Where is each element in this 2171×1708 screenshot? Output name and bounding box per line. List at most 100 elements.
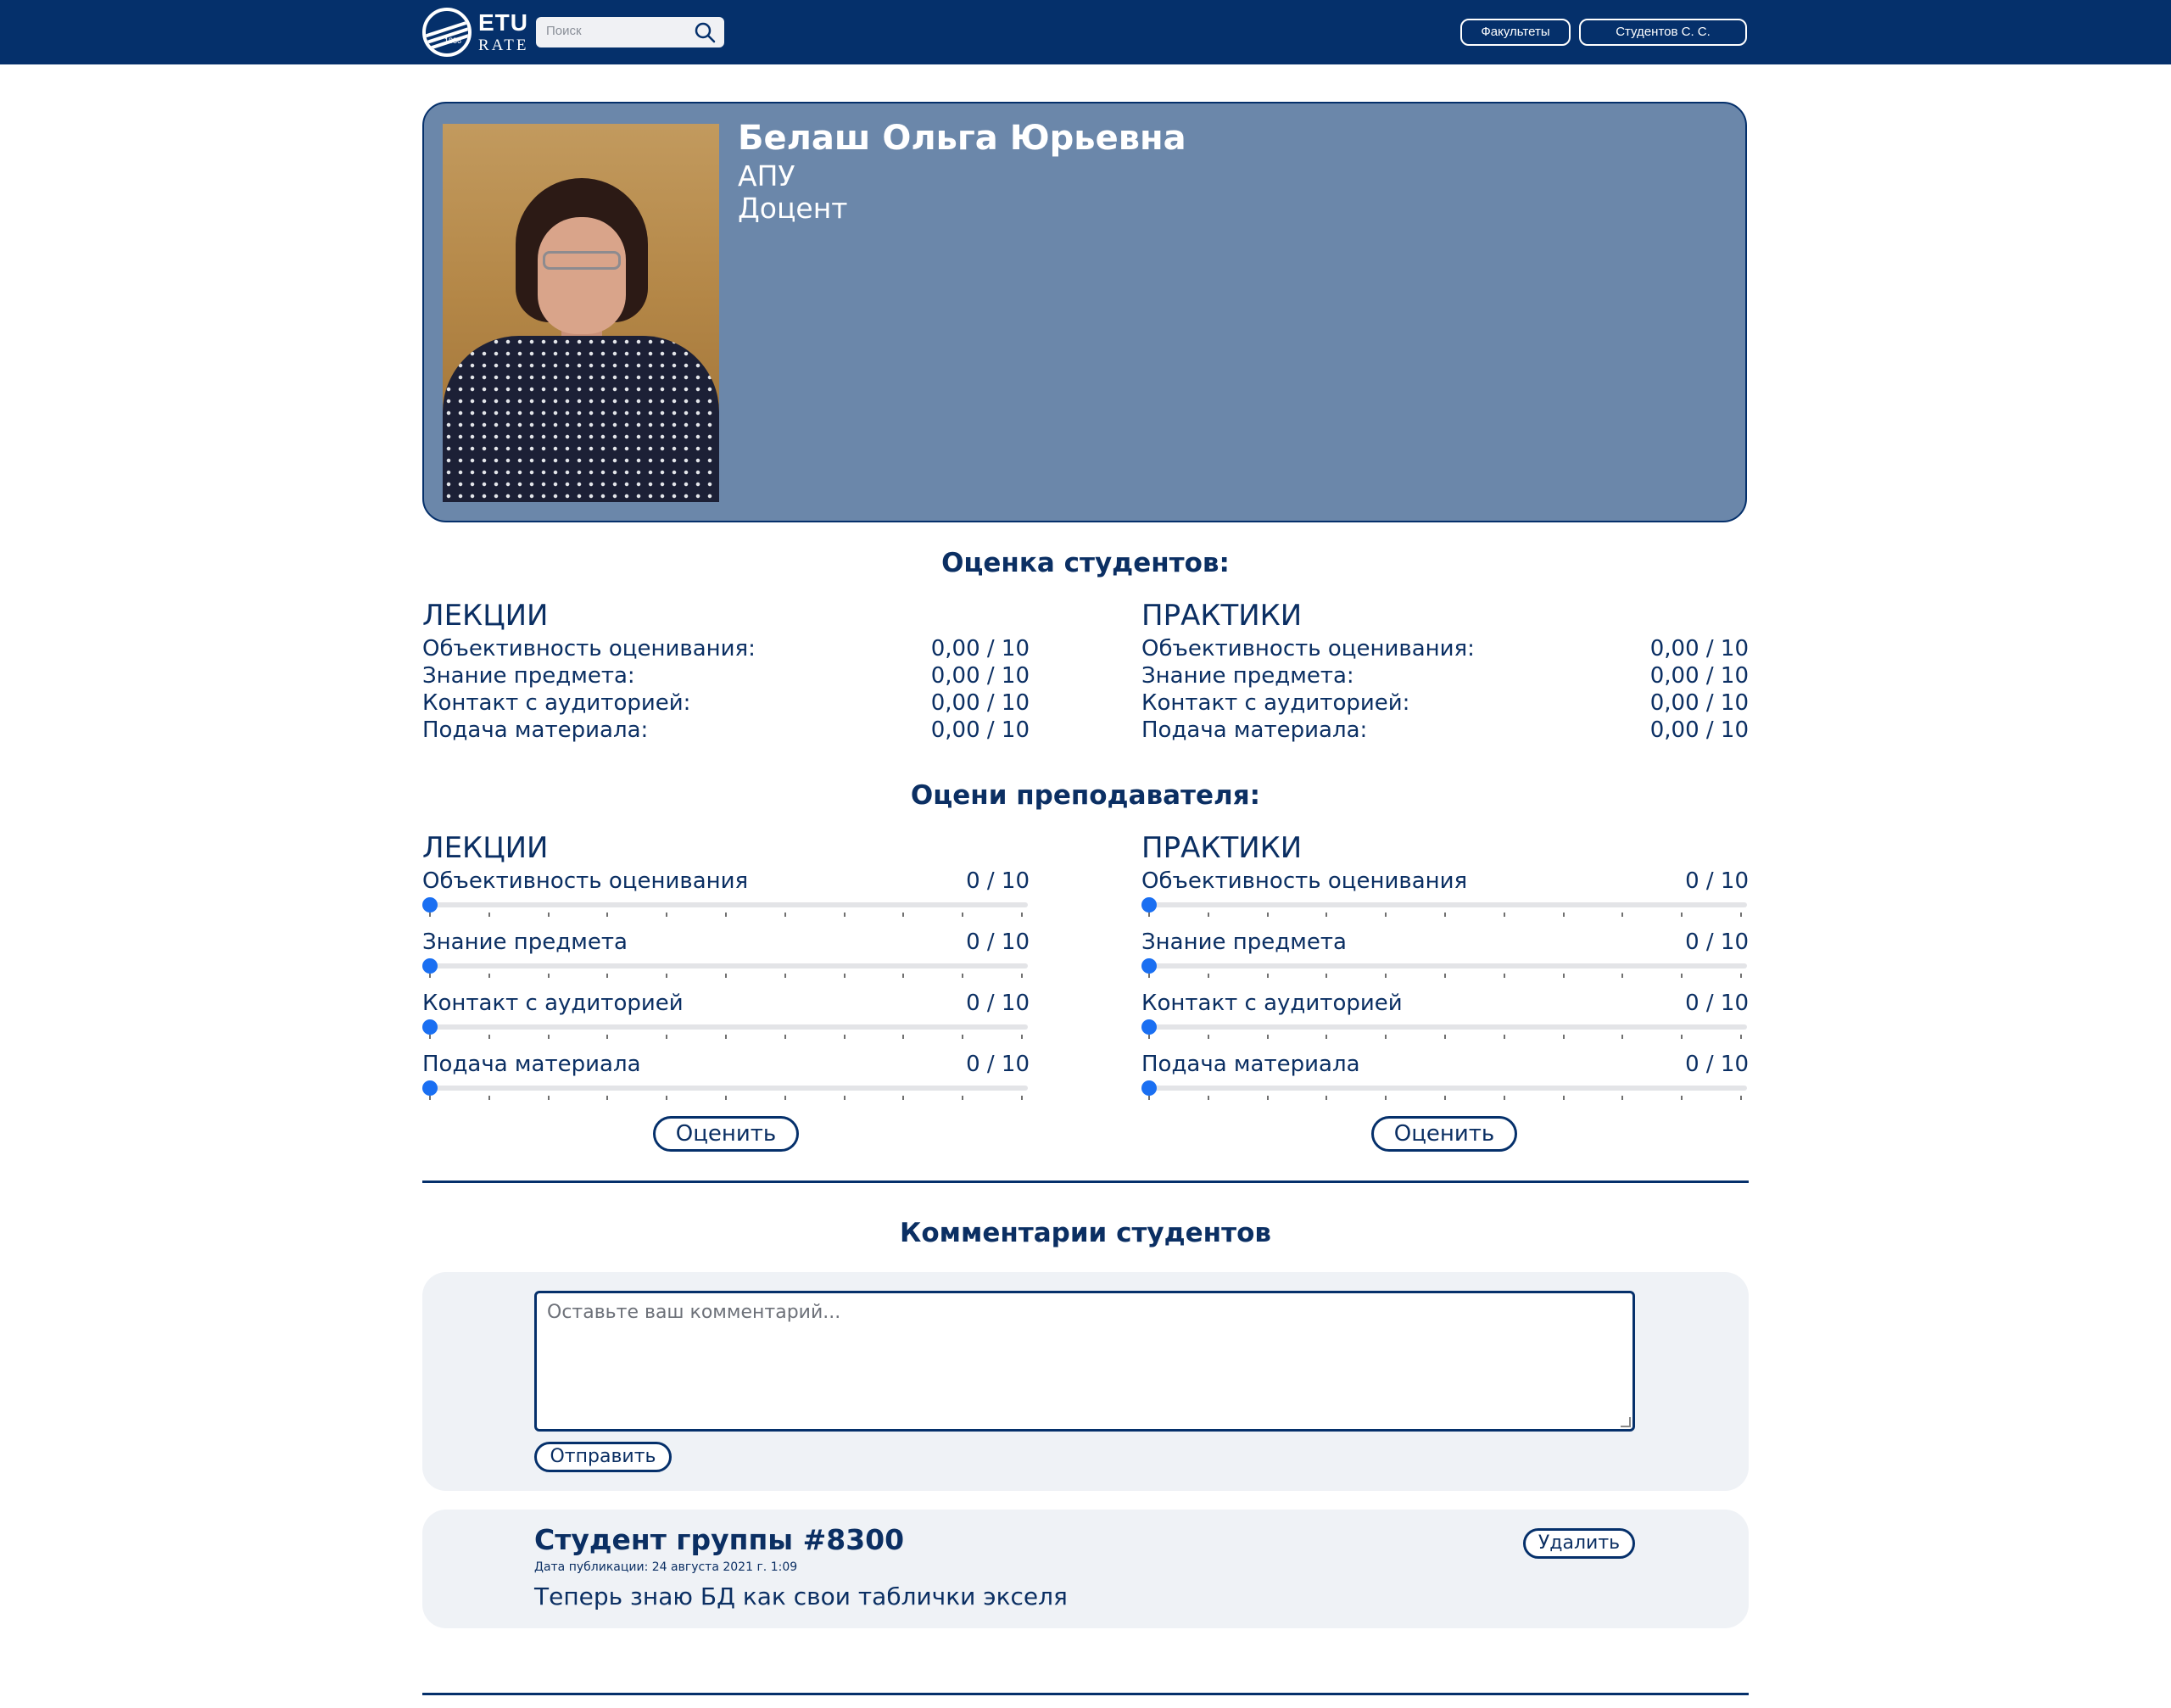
slider-tick — [902, 913, 905, 917]
slider-value: 0 / 10 — [966, 929, 1030, 955]
slider-thumb[interactable] — [422, 897, 438, 913]
slider-tick — [1148, 913, 1150, 917]
slider-thumb[interactable] — [1141, 1080, 1157, 1096]
stat-value: 0,00 / 10 — [930, 690, 1030, 716]
slider-tick — [843, 1096, 846, 1100]
slider-thumb[interactable] — [1141, 897, 1157, 913]
stat-label: Объективность оценивания: — [422, 636, 756, 661]
comment-placeholder: Оставьте ваш комментарий... — [547, 1302, 841, 1323]
search-box[interactable]: Поиск — [536, 17, 724, 47]
stat-value: 0,00 / 10 — [1649, 717, 1749, 743]
slider-tick — [1207, 1035, 1209, 1039]
stat-value: 0,00 / 10 — [930, 663, 1030, 689]
logo-year: 1886 — [444, 36, 462, 45]
slider-label: Подача материала — [1141, 1052, 1360, 1077]
slider-tick — [606, 1035, 609, 1039]
stat-label: Контакт с аудиторией: — [422, 690, 691, 716]
slider-tick — [429, 1096, 431, 1100]
lectures-delivery-slider[interactable] — [422, 1079, 1028, 1100]
stat-label: Подача материала: — [1141, 717, 1368, 743]
slider-tick — [843, 1035, 846, 1039]
comment-text: Теперь знаю БД как свои таблички экселя — [534, 1582, 1068, 1610]
slider-tick — [666, 1035, 668, 1039]
slider-tick — [429, 913, 431, 917]
slider-tick — [1266, 974, 1269, 978]
slider-tick — [902, 974, 905, 978]
slider-tick — [1021, 974, 1023, 978]
stat-label: Контакт с аудиторией: — [1141, 690, 1410, 716]
resize-grip-icon[interactable] — [1621, 1417, 1631, 1427]
stat-value: 0,00 / 10 — [930, 717, 1030, 743]
slider-thumb[interactable] — [422, 958, 438, 974]
slider-tick — [1148, 1096, 1150, 1100]
search-icon[interactable] — [694, 21, 716, 43]
practices-delivery-slider[interactable] — [1141, 1079, 1747, 1100]
slider-tick — [1562, 1096, 1565, 1100]
slider-tick — [1207, 1096, 1209, 1100]
slider-tick — [843, 974, 846, 978]
slider-tick — [1385, 913, 1387, 917]
student-rating-title: Оценка студентов: — [941, 548, 1230, 578]
slider-tick — [1385, 1096, 1387, 1100]
slider-tick — [725, 1096, 727, 1100]
slider-thumb[interactable] — [422, 1019, 438, 1035]
etu-rate-logo[interactable]: 1886 ETU RATE — [422, 8, 527, 57]
stat-label: Знание предмета: — [1141, 663, 1354, 689]
slider-tick — [725, 1035, 727, 1039]
lectures-contact-slider[interactable] — [422, 1018, 1028, 1039]
slider-tick — [429, 1035, 431, 1039]
slider-tick — [1325, 913, 1328, 917]
user-profile-button[interactable]: Студентов С. С. — [1579, 19, 1747, 46]
slider-tick — [725, 974, 727, 978]
rate-lectures-button[interactable]: Оценить — [653, 1116, 799, 1152]
slider-tick — [1740, 974, 1742, 978]
comment-item: Студент группы #8300 Дата публикации: 24… — [422, 1510, 1749, 1628]
slider-value: 0 / 10 — [1685, 991, 1749, 1016]
slider-label: Контакт с аудиторией — [422, 991, 684, 1016]
slider-tick — [962, 1035, 964, 1039]
practices-contact-slider[interactable] — [1141, 1018, 1747, 1039]
student-rating-lectures-title: ЛЕКЦИИ — [422, 599, 549, 633]
rate-practices-button[interactable]: Оценить — [1371, 1116, 1517, 1152]
slider-thumb[interactable] — [422, 1080, 438, 1096]
slider-tick — [547, 913, 550, 917]
slider-tick — [488, 1096, 490, 1100]
practices-objectivity-slider[interactable] — [1141, 896, 1747, 917]
slider-tick — [1740, 1035, 1742, 1039]
slider-tick — [1503, 1096, 1505, 1100]
delete-comment-button[interactable]: Удалить — [1523, 1528, 1635, 1559]
slider-tick — [1621, 913, 1624, 917]
slider-thumb[interactable] — [1141, 1019, 1157, 1035]
comment-textarea[interactable]: Оставьте ваш комментарий... — [534, 1291, 1635, 1432]
slider-tick — [1021, 913, 1023, 917]
slider-tick — [962, 913, 964, 917]
top-navbar: 1886 ETU RATE Поиск Факультеты Студентов… — [0, 0, 2171, 64]
faculties-button[interactable]: Факультеты — [1460, 19, 1571, 46]
slider-tick — [606, 913, 609, 917]
slider-value: 0 / 10 — [966, 991, 1030, 1016]
slider-tick — [666, 974, 668, 978]
rate-teacher-title: Оцени преподавателя: — [910, 780, 1261, 811]
slider-tick — [843, 913, 846, 917]
slider-tick — [429, 974, 431, 978]
lectures-objectivity-slider[interactable] — [422, 896, 1028, 917]
slider-tick — [1021, 1035, 1023, 1039]
slider-tick — [1621, 1035, 1624, 1039]
slider-thumb[interactable] — [1141, 958, 1157, 974]
slider-tick — [902, 1035, 905, 1039]
practices-knowledge-slider[interactable] — [1141, 957, 1747, 978]
slider-value: 0 / 10 — [1685, 1052, 1749, 1077]
slider-tick — [1207, 974, 1209, 978]
slider-tick — [1444, 1096, 1446, 1100]
slider-tick — [902, 1096, 905, 1100]
footer-divider — [422, 1693, 1749, 1695]
slider-tick — [1621, 974, 1624, 978]
rate-lectures-title: ЛЕКЦИИ — [422, 831, 549, 865]
send-comment-button[interactable]: Отправить — [534, 1442, 672, 1472]
comment-date: Дата публикации: 24 августа 2021 г. 1:09 — [534, 1560, 798, 1574]
teacher-department: АПУ — [738, 159, 795, 193]
lectures-knowledge-slider[interactable] — [422, 957, 1028, 978]
stat-value: 0,00 / 10 — [1649, 690, 1749, 716]
slider-value: 0 / 10 — [966, 868, 1030, 894]
search-input[interactable]: Поиск — [546, 24, 582, 38]
